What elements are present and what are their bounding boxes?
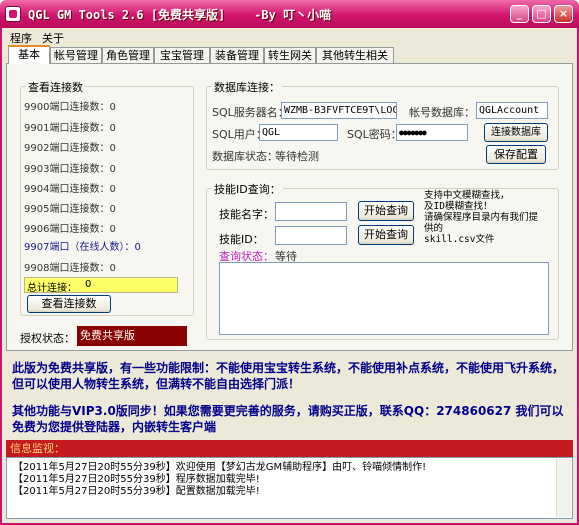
- tab-account[interactable]: 帐号管理: [50, 47, 102, 64]
- maximize-icon[interactable]: □: [532, 5, 551, 23]
- port-9901: 9901端口连接数：0: [24, 123, 116, 134]
- port-9900: 9900端口连接数：0: [24, 102, 116, 113]
- skill-query-hint: 支持中文模糊查找， 及ID模糊查找！ 请确保程序目录内有我们提 供的 skill…: [424, 190, 556, 245]
- skill-name-input[interactable]: [275, 202, 347, 221]
- menu-bar: 程序 关于: [2, 28, 577, 45]
- connect-database-button[interactable]: 连接数据库: [484, 123, 548, 142]
- skill-name-search-button[interactable]: 开始查询: [358, 201, 414, 221]
- menu-program[interactable]: 程序: [10, 30, 32, 46]
- total-connections-value: 0: [85, 279, 92, 290]
- auth-status-label: 授权状态：: [20, 332, 75, 345]
- port-9906: 9906端口连接数：0: [24, 224, 116, 235]
- account-db-label: 帐号数据库：: [409, 106, 475, 119]
- log-line: 【2011年5月27日20时55分39秒】配置数据加载完毕!: [13, 486, 260, 497]
- skill-name-label: 技能名字：: [219, 208, 274, 221]
- hint-line: 请确保程序目录内有我们提: [424, 212, 539, 223]
- log-line: 【2011年5月27日20时55分39秒】程序数据加载完毕!: [13, 474, 260, 485]
- db-status-value: 等待检测: [275, 150, 319, 163]
- hint-line: skill.csv文件: [424, 234, 495, 245]
- port-9904: 9904端口连接数：0: [24, 184, 116, 195]
- total-connections-label: 总计连接：: [27, 283, 77, 294]
- skill-id-input[interactable]: [275, 226, 347, 245]
- port-9902: 9902端口连接数：0: [24, 143, 116, 154]
- sql-password-label: SQL密码：: [347, 128, 402, 141]
- free-version-notice: 此版为免费共享版，有一些功能限制：不能使用宝宝转生系统，不能使用补点系统，不能使…: [12, 361, 565, 391]
- tab-equipment[interactable]: 装备管理: [210, 47, 264, 64]
- total-connections-field: 总计连接： 0: [24, 277, 178, 294]
- sql-password-input[interactable]: ●●●●●●●: [396, 124, 468, 141]
- tab-rebirth-gateway[interactable]: 转生网关: [264, 47, 316, 64]
- query-result-box[interactable]: [219, 262, 549, 335]
- title-bar[interactable]: QGL GM Tools 2.6 [免费共享版] -By 叮丶小喵 _ □ ×: [0, 0, 579, 28]
- database-group-label: 数据库连接：: [212, 79, 282, 95]
- hint-line: 供的: [424, 223, 444, 234]
- close-icon[interactable]: ×: [554, 5, 573, 23]
- log-line: 【2011年5月27日20时55分39秒】欢迎使用【梦幻古龙GM辅助程序】由叮、…: [13, 462, 427, 473]
- app-icon: [5, 6, 21, 22]
- port-9907-online: 9907端口（在线人数）：0: [24, 242, 141, 253]
- vip-upgrade-notice: 其他功能与VIP3.0版同步！如果您需要更完善的服务，请购买正版，联系QQ：27…: [12, 404, 564, 434]
- skill-query-group-label: 技能ID查询：: [212, 181, 283, 197]
- hint-line: 支持中文模糊查找，: [424, 190, 510, 201]
- port-9908: 9908端口连接数：0: [24, 263, 116, 274]
- log-scrollbar[interactable]: [556, 459, 571, 517]
- hint-line: 及ID模糊查找！: [424, 201, 493, 212]
- save-config-button[interactable]: 保存配置: [486, 145, 546, 164]
- sql-server-input[interactable]: WZMB-B3FVFTCE9T\LOCAL: [281, 102, 397, 119]
- tab-pet[interactable]: 宝宝管理: [154, 47, 210, 64]
- minimize-icon[interactable]: _: [510, 5, 529, 23]
- info-monitor-log[interactable]: 【2011年5月27日20时55分39秒】欢迎使用【梦幻古龙GM辅助程序】由叮、…: [6, 457, 573, 519]
- account-db-input[interactable]: QGLAccount: [476, 102, 548, 119]
- tab-basic[interactable]: 基本: [8, 45, 50, 64]
- tab-character[interactable]: 角色管理: [102, 47, 154, 64]
- connections-group-label: 查看连接数: [26, 79, 85, 95]
- db-status-label: 数据库状态：: [212, 150, 278, 163]
- menu-about[interactable]: 关于: [42, 30, 64, 46]
- sql-user-input[interactable]: QGL: [259, 124, 338, 141]
- tab-other-rebirth[interactable]: 其他转生相关: [316, 47, 394, 64]
- skill-id-search-button[interactable]: 开始查询: [358, 225, 414, 245]
- window-title: QGL GM Tools 2.6 [免费共享版] -By 叮丶小喵: [28, 8, 332, 22]
- auth-status-value: 免费共享版: [77, 326, 187, 346]
- port-9905: 9905端口连接数：0: [24, 204, 116, 215]
- view-connections-button[interactable]: 查看连接数: [27, 295, 111, 313]
- sql-server-label: SQL服务器名：: [212, 106, 289, 119]
- port-9903: 9903端口连接数：0: [24, 164, 116, 175]
- skill-id-label: 技能ID：: [219, 233, 264, 246]
- info-monitor-header: 信息监视：: [6, 440, 573, 457]
